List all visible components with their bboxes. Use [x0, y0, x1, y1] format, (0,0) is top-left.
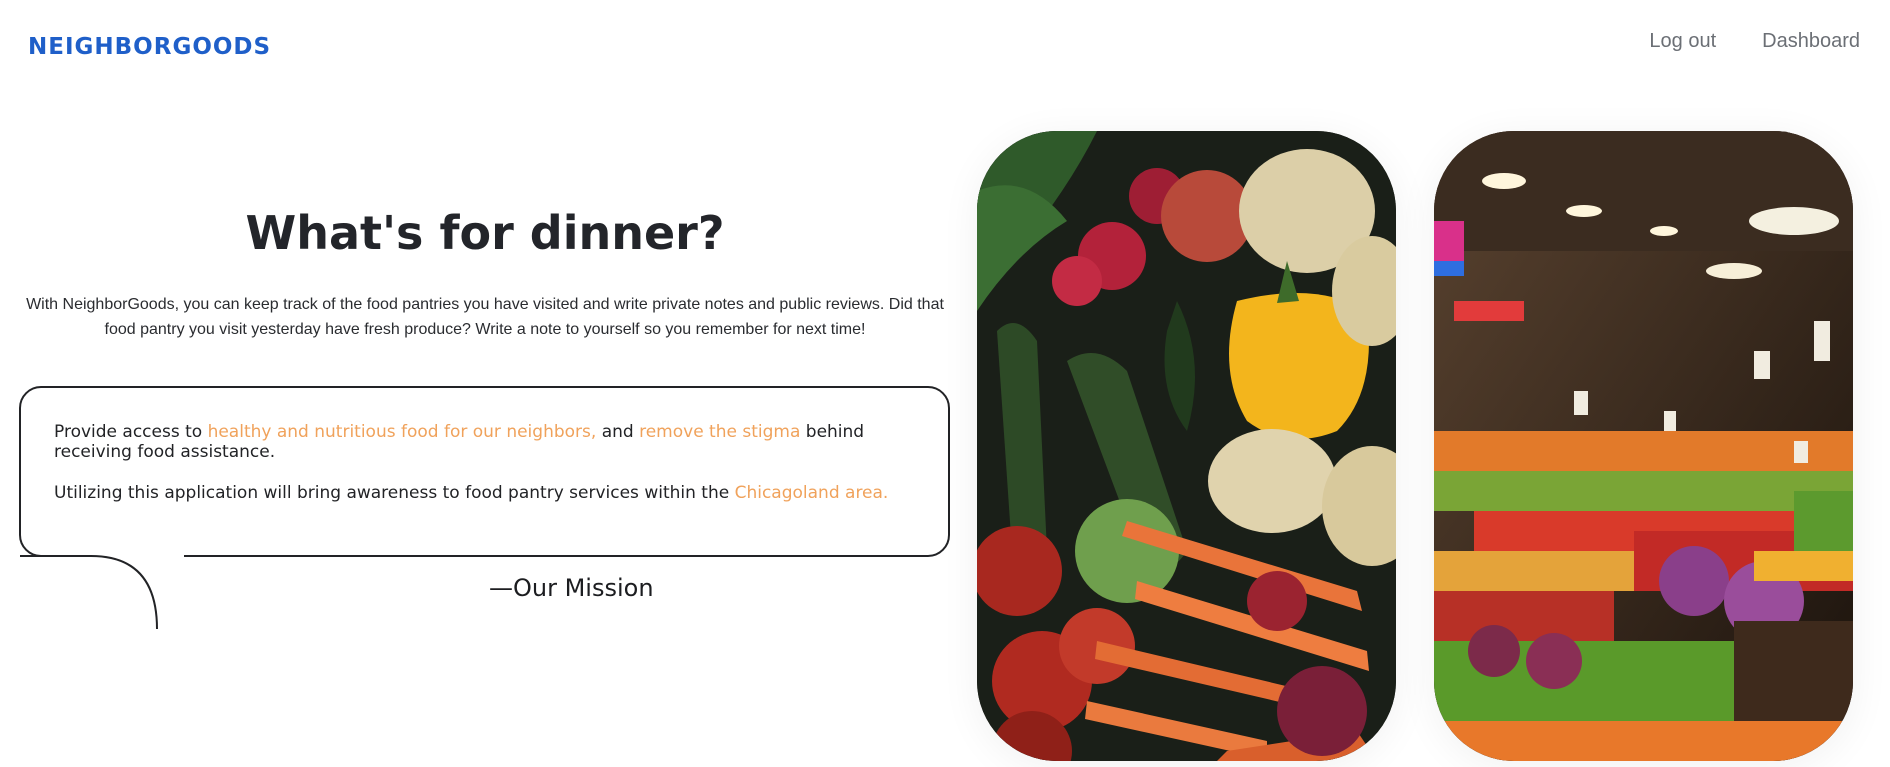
- mission-paragraph-2: Utilizing this application will bring aw…: [54, 483, 898, 503]
- mission-text: and: [596, 422, 640, 442]
- mission-highlight: Chicagoland area.: [734, 483, 889, 503]
- dashboard-link[interactable]: Dashboard: [1762, 30, 1860, 53]
- market-illustration: [1434, 131, 1853, 761]
- mission-paragraph-1: Provide access to healthy and nutritious…: [54, 422, 898, 462]
- market-produce-photo: [1434, 131, 1853, 761]
- hero-title: What's for dinner?: [245, 206, 725, 260]
- mission-highlight: remove the stigma: [639, 422, 801, 442]
- hero-description: With NeighborGoods, you can keep track o…: [26, 296, 944, 338]
- brand-logo[interactable]: NEIGHBORGOODS: [28, 34, 271, 60]
- mission-bubble: Provide access to healthy and nutritious…: [19, 386, 950, 557]
- vegetables-photo: [977, 131, 1396, 761]
- landing-page: NEIGHBORGOODS Log out Dashboard What's f…: [0, 0, 1890, 767]
- mission-highlight: healthy and nutritious food for our neig…: [207, 422, 597, 442]
- mission-signature: —Our Mission: [489, 574, 654, 602]
- logout-link[interactable]: Log out: [1649, 30, 1716, 53]
- speech-bubble-tail: [20, 555, 158, 630]
- mission-text: Utilizing this application will bring aw…: [54, 483, 735, 503]
- mission-text: Provide access to: [54, 422, 208, 442]
- vegetables-illustration: [977, 131, 1396, 761]
- top-nav: Log out Dashboard: [1649, 30, 1860, 53]
